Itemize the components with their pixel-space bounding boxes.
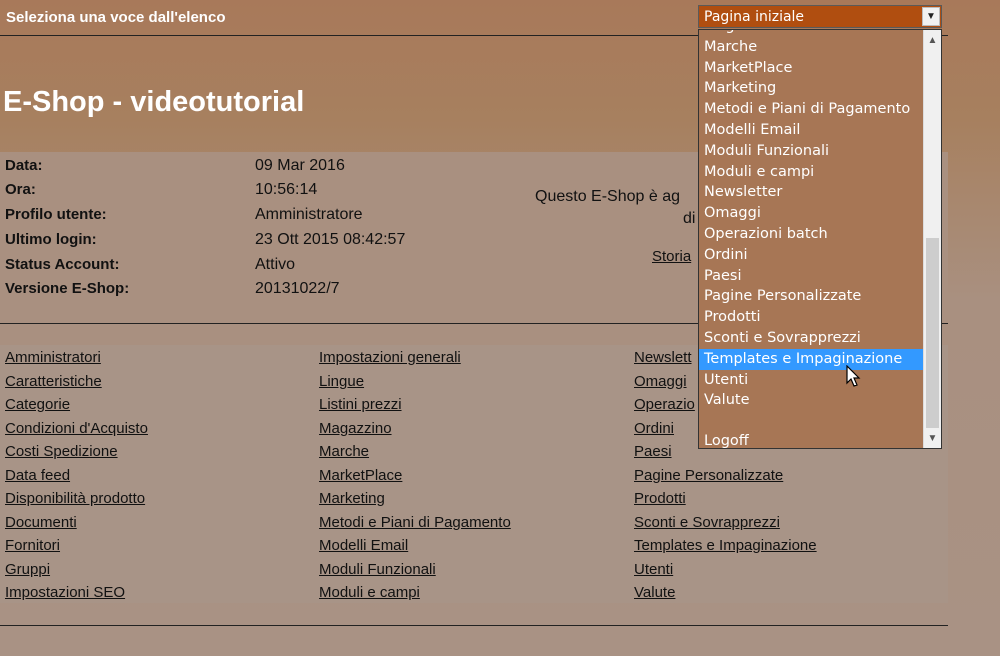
dropdown-scrollbar[interactable]: ▲ ▼ xyxy=(923,30,941,448)
info-row-date: Data: 09 Mar 2016 xyxy=(5,157,505,181)
chevron-down-icon[interactable]: ▼ xyxy=(922,7,940,26)
info-notice-text: Questo E-Shop è ag xyxy=(535,188,680,205)
admin-link[interactable]: Paesi xyxy=(634,443,672,460)
info-value: 20131022/7 xyxy=(255,280,340,297)
admin-link[interactable]: Newslett xyxy=(634,349,692,366)
page-select[interactable]: Pagina iniziale ▼ xyxy=(698,5,942,28)
dropdown-option[interactable]: Moduli Funzionali xyxy=(699,141,923,162)
page-select-dropdown[interactable]: MagazzinoMarcheMarketPlaceMarketingMetod… xyxy=(698,29,942,449)
admin-link[interactable]: Caratteristiche xyxy=(5,373,102,390)
admin-link[interactable]: Data feed xyxy=(5,467,70,484)
admin-link[interactable]: Marketing xyxy=(319,490,385,507)
info-value: Amministratore xyxy=(255,206,363,223)
admin-link[interactable]: MarketPlace xyxy=(319,467,402,484)
admin-link[interactable]: Metodi e Piani di Pagamento xyxy=(319,514,511,531)
info-label: Ultimo login: xyxy=(5,231,97,248)
admin-link[interactable]: Listini prezzi xyxy=(319,396,402,413)
info-label: Data: xyxy=(5,157,43,174)
info-label: Ora: xyxy=(5,181,36,198)
dropdown-option[interactable]: Newsletter xyxy=(699,182,923,203)
admin-link[interactable]: Prodotti xyxy=(634,490,686,507)
dropdown-option[interactable]: Metodi e Piani di Pagamento xyxy=(699,99,923,120)
select-prompt-label: Seleziona una voce dall'elenco xyxy=(6,9,226,26)
admin-link[interactable]: Omaggi xyxy=(634,373,687,390)
divider xyxy=(0,625,948,626)
dropdown-option[interactable]: MarketPlace xyxy=(699,58,923,79)
scrollbar-thumb[interactable] xyxy=(926,238,939,428)
info-label: Status Account: xyxy=(5,256,120,273)
info-value: 23 Ott 2015 08:42:57 xyxy=(255,231,406,248)
info-row-time: Ora: 10:56:14 xyxy=(5,181,505,205)
admin-link[interactable]: Modelli Email xyxy=(319,537,408,554)
dropdown-option[interactable]: Pagine Personalizzate xyxy=(699,286,923,307)
page-title: E-Shop - videotutorial xyxy=(3,86,305,118)
admin-link[interactable]: Ordini xyxy=(634,420,674,437)
info-value: 09 Mar 2016 xyxy=(255,157,345,174)
dropdown-option[interactable]: Omaggi xyxy=(699,203,923,224)
dropdown-option[interactable]: Moduli e campi xyxy=(699,162,923,183)
admin-link[interactable]: Impostazioni SEO xyxy=(5,584,125,601)
info-row-status: Status Account: Attivo xyxy=(5,256,505,280)
info-value: 10:56:14 xyxy=(255,181,318,198)
admin-link[interactable]: Disponibilità prodotto xyxy=(5,490,145,507)
admin-link[interactable]: Moduli Funzionali xyxy=(319,561,436,578)
dropdown-option[interactable]: Prodotti xyxy=(699,307,923,328)
dropdown-option[interactable]: Templates e Impaginazione xyxy=(699,348,923,370)
info-row-version: Versione E-Shop: 20131022/7 xyxy=(5,280,505,304)
info-row-last-login: Ultimo login: 23 Ott 2015 08:42:57 xyxy=(5,231,505,255)
dropdown-option[interactable]: Sconti e Sovrapprezzi xyxy=(699,328,923,349)
dropdown-option[interactable]: Utenti xyxy=(699,370,923,391)
admin-link[interactable]: Costi Spedizione xyxy=(5,443,118,460)
dropdown-option[interactable]: Paesi xyxy=(699,266,923,287)
admin-link[interactable]: Pagine Personalizzate xyxy=(634,467,783,484)
dropdown-option[interactable]: Marche xyxy=(699,37,923,58)
admin-link[interactable]: Fornitori xyxy=(5,537,60,554)
admin-link[interactable]: Lingue xyxy=(319,373,364,390)
admin-link[interactable]: Operazio xyxy=(634,396,695,413)
scroll-down-icon[interactable]: ▼ xyxy=(924,430,941,447)
mouse-cursor-icon xyxy=(846,365,861,387)
dropdown-option[interactable]: Logoff xyxy=(699,431,923,448)
dropdown-option[interactable]: Valute xyxy=(699,390,923,411)
dropdown-option[interactable]: Ordini xyxy=(699,245,923,266)
admin-link[interactable]: Condizioni d'Acquisto xyxy=(5,420,148,437)
admin-link[interactable]: Valute xyxy=(634,584,675,601)
admin-link[interactable]: Amministratori xyxy=(5,349,101,366)
dropdown-option[interactable]: Modelli Email xyxy=(699,120,923,141)
admin-link[interactable]: Marche xyxy=(319,443,369,460)
dropdown-option[interactable]: Marketing xyxy=(699,78,923,99)
info-row-profile: Profilo utente: Amministratore xyxy=(5,206,505,230)
dropdown-list: MagazzinoMarcheMarketPlaceMarketingMetod… xyxy=(699,30,923,448)
admin-link[interactable]: Categorie xyxy=(5,396,70,413)
dropdown-option[interactable]: Operazioni batch xyxy=(699,224,923,245)
scroll-up-icon[interactable]: ▲ xyxy=(924,32,941,49)
admin-link[interactable]: Documenti xyxy=(5,514,77,531)
admin-link[interactable]: Utenti xyxy=(634,561,673,578)
info-label: Profilo utente: xyxy=(5,206,107,223)
dropdown-option[interactable]: Magazzino xyxy=(699,30,923,37)
admin-link[interactable]: Templates e Impaginazione xyxy=(634,537,817,554)
info-value: Attivo xyxy=(255,256,296,273)
admin-link[interactable]: Impostazioni generali xyxy=(319,349,461,366)
admin-link[interactable]: Sconti e Sovrapprezzi xyxy=(634,514,780,531)
admin-link[interactable]: Gruppi xyxy=(5,561,50,578)
info-notice-text-2: di xyxy=(683,210,696,227)
admin-link[interactable]: Moduli e campi xyxy=(319,584,420,601)
history-link[interactable]: Storia xyxy=(652,248,691,265)
admin-link[interactable]: Magazzino xyxy=(319,420,392,437)
page-select-value: Pagina iniziale xyxy=(704,9,805,25)
info-label: Versione E-Shop: xyxy=(5,280,130,297)
dropdown-separator xyxy=(699,411,923,431)
